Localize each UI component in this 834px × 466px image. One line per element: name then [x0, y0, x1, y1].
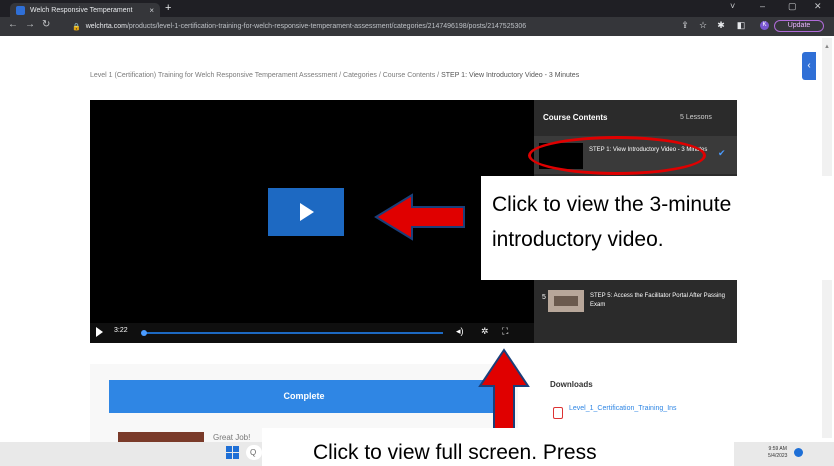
volume-icon[interactable]: ◂)	[456, 326, 464, 337]
video-time: 3:22	[114, 327, 128, 334]
site-favicon-icon	[16, 5, 25, 15]
great-job-text: Great Job!	[213, 433, 251, 442]
arrow-left-icon	[374, 193, 465, 241]
play-icon[interactable]	[96, 327, 103, 337]
callout-line-2: introductory video.	[492, 228, 664, 251]
lessons-count: 5 Lessons	[680, 114, 712, 121]
fullscreen-icon[interactable]: ⛶	[502, 326, 508, 337]
tab-title: Welch Responsive Temperament	[30, 6, 133, 14]
download-link[interactable]: Level_1_Certification_Training_Ins	[569, 404, 729, 414]
downloads-title: Downloads	[550, 380, 593, 389]
lock-icon: 🔒	[72, 23, 81, 31]
highlight-circle	[528, 136, 706, 175]
callout-fullscreen-text: Click to view full screen. Press	[313, 441, 597, 464]
video-progress-handle[interactable]	[141, 330, 147, 336]
scroll-up-icon[interactable]: ▲	[824, 44, 830, 50]
forward-icon[interactable]: →	[25, 19, 35, 30]
windows-start-icon[interactable]	[226, 446, 239, 459]
clock-time: 9:59 AM	[768, 446, 787, 452]
lesson-5-number: 5	[542, 294, 546, 301]
course-contents-title: Course Contents	[543, 113, 608, 122]
callout-video-instructions: Click to view the 3-minute introductory v…	[481, 176, 834, 280]
new-tab-button[interactable]: +	[165, 2, 171, 14]
tab-close-icon[interactable]: ×	[149, 6, 154, 15]
profile-avatar[interactable]: K	[760, 21, 769, 30]
completed-check-icon: ✔	[718, 148, 726, 158]
pdf-file-icon	[553, 407, 563, 419]
video-progress-bar[interactable]	[143, 332, 443, 334]
minimize-button[interactable]: –	[760, 1, 765, 11]
notification-icon[interactable]	[794, 448, 803, 457]
side-panel-icon[interactable]: ◧	[736, 20, 746, 30]
url-domain: welchrta.com	[85, 23, 127, 30]
breadcrumb-path[interactable]: Level 1 (Certification) Training for Wel…	[90, 72, 441, 79]
reload-icon[interactable]: ↻	[42, 19, 50, 30]
video-play-button[interactable]	[268, 188, 344, 236]
maximize-button[interactable]: ▢	[788, 1, 797, 12]
browser-tab[interactable]: Welch Responsive Temperament ×	[10, 3, 160, 17]
close-window-button[interactable]: ✕	[814, 1, 822, 12]
address-bar[interactable]: 🔒 welchrta.com /products/level-1-certifi…	[72, 20, 632, 33]
lesson-5-title[interactable]: STEP 5: Access the Facilitator Portal Af…	[590, 292, 730, 310]
extensions-icon[interactable]: ✱	[716, 20, 726, 30]
back-icon[interactable]: ←	[8, 19, 18, 30]
taskbar-clock[interactable]: 9:59 AM 5/4/2023	[768, 446, 787, 460]
sidebar-toggle-button[interactable]: ‹	[802, 52, 816, 80]
clock-date: 5/4/2023	[768, 453, 788, 459]
update-button[interactable]: Update	[774, 20, 824, 32]
share-icon[interactable]: ⇪	[680, 20, 690, 30]
comment-thumbnail	[118, 432, 204, 442]
settings-gear-icon[interactable]: ✲	[481, 326, 489, 337]
tab-search-icon[interactable]: ˅	[730, 1, 735, 11]
complete-button[interactable]: Complete	[109, 380, 499, 413]
bookmark-star-icon[interactable]: ☆	[698, 20, 708, 30]
breadcrumb: Level 1 (Certification) Training for Wel…	[90, 72, 770, 79]
callout-fullscreen-instructions: Click to view full screen. Press	[262, 428, 734, 466]
breadcrumb-current: STEP 1: View Introductory Video - 3 Minu…	[441, 72, 580, 79]
callout-line-1: Click to view the 3-minute	[492, 193, 732, 216]
lesson-5-thumbnail[interactable]	[548, 290, 584, 312]
url-path: /products/level-1-certification-training…	[126, 23, 527, 30]
taskbar-search-icon[interactable]: Q	[246, 445, 262, 460]
